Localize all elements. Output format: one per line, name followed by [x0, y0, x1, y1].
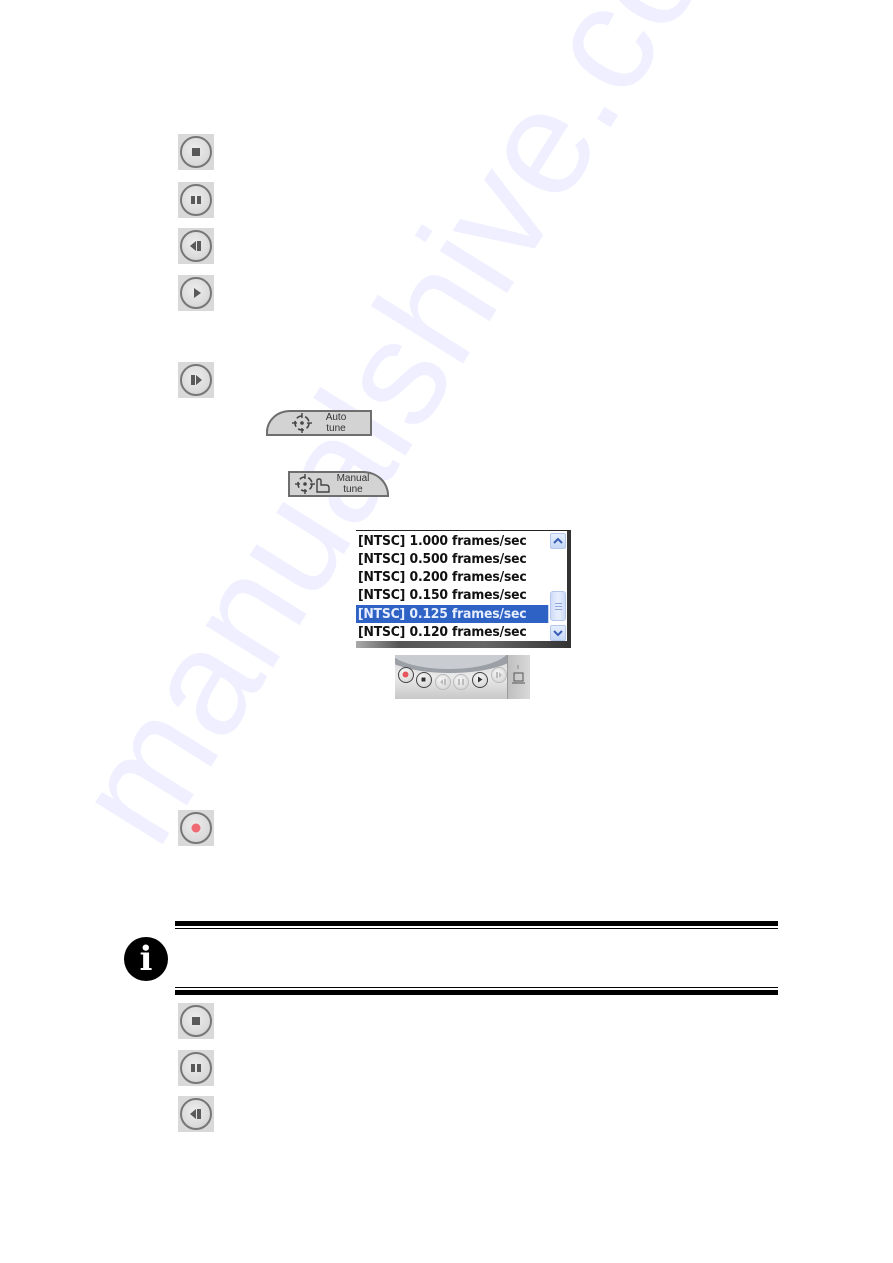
monitor-icon: [512, 665, 525, 684]
frame-rate-list[interactable]: [NTSC] 1.000 frames/sec [NTSC] 0.500 frame…: [356, 530, 571, 648]
step-forward-icon: [496, 672, 502, 678]
option-rate: 0.200 frames/sec: [409, 569, 527, 585]
stop-button[interactable]: [178, 1003, 214, 1039]
mini-stop-button[interactable]: [416, 672, 432, 688]
mini-player-panel: [395, 655, 530, 699]
manual-tune-label-line1: Manual: [336, 473, 370, 484]
record-icon: [402, 671, 409, 678]
auto-tune-label-line2: tune: [326, 423, 346, 434]
frame-rate-option[interactable]: [NTSC] 0.120 frames/sec: [358, 623, 533, 641]
scroll-up-button[interactable]: [550, 533, 566, 549]
note-bottom-rule-thin: [175, 987, 778, 988]
note-bottom-rule: [175, 990, 778, 995]
step-forward-button[interactable]: [178, 362, 214, 398]
info-icon: i: [124, 937, 168, 981]
note-top-rule: [175, 921, 778, 926]
frame-rate-option[interactable]: [NTSC] 0.200 frames/sec: [358, 568, 533, 586]
step-back-button[interactable]: [178, 228, 214, 264]
watermark: manualshive.com: [41, 0, 803, 871]
auto-tune-label-line1: Auto: [325, 412, 347, 423]
option-rate: 0.120 frames/sec: [409, 624, 527, 640]
pause-button[interactable]: [178, 1050, 214, 1086]
chevron-up-icon: [553, 537, 563, 544]
scroll-down-button[interactable]: [550, 625, 566, 641]
option-standard: [NTSC]: [358, 533, 406, 549]
mini-pause-button[interactable]: [453, 674, 469, 690]
auto-tune-button[interactable]: Auto tune: [266, 410, 372, 436]
option-standard: [NTSC]: [357, 606, 406, 622]
step-back-icon: [190, 1109, 201, 1119]
manual-tune-label-line2: tune: [343, 484, 363, 495]
record-icon: [191, 823, 201, 833]
pause-button[interactable]: [178, 182, 214, 218]
option-rate: 0.150 frames/sec: [409, 587, 527, 603]
panel-side: [507, 655, 530, 699]
list-frame-edge: [356, 641, 571, 648]
mini-step-back-button[interactable]: [435, 674, 451, 690]
scroll-thumb[interactable]: [550, 591, 566, 621]
frame-rate-option-selected[interactable]: [NTSC] 0.125 frames/sec: [356, 605, 549, 623]
option-standard: [NTSC]: [358, 587, 406, 603]
stop-button[interactable]: [178, 134, 214, 170]
frame-rate-option[interactable]: [NTSC] 0.500 frames/sec: [358, 550, 533, 568]
option-rate: 1.000 frames/sec: [409, 533, 527, 549]
option-standard: [NTSC]: [358, 624, 406, 640]
frame-rate-option[interactable]: [NTSC] 1.000 frames/sec: [358, 532, 533, 550]
option-standard: [NTSC]: [358, 551, 406, 567]
step-forward-icon: [191, 375, 202, 385]
play-button[interactable]: [178, 275, 214, 311]
manual-tune-button[interactable]: Manual tune: [288, 471, 389, 497]
play-icon: [194, 288, 201, 298]
note-top-rule-thin: [175, 928, 778, 929]
list-scrollbar[interactable]: [549, 531, 567, 643]
chevron-down-icon: [553, 630, 563, 637]
pause-icon: [191, 1064, 201, 1072]
crosshair-hand-icon: [295, 474, 330, 494]
step-back-button[interactable]: [178, 1096, 214, 1132]
stop-icon: [192, 148, 200, 156]
option-rate: 0.500 frames/sec: [409, 551, 527, 567]
crosshair-icon: [292, 413, 312, 433]
mini-step-forward-button[interactable]: [491, 667, 507, 683]
stop-icon: [421, 677, 426, 682]
pause-icon: [191, 196, 201, 204]
record-button[interactable]: [178, 810, 214, 846]
option-standard: [NTSC]: [358, 569, 406, 585]
mini-play-button[interactable]: [472, 672, 488, 688]
pause-icon: [458, 679, 464, 685]
stop-icon: [192, 1017, 200, 1025]
step-back-icon: [190, 241, 201, 251]
frame-rate-option[interactable]: [NTSC] 0.150 frames/sec: [358, 586, 533, 604]
mini-record-button[interactable]: [398, 667, 414, 683]
option-rate: 0.125 frames/sec: [409, 606, 527, 622]
play-icon: [478, 676, 483, 683]
step-back-icon: [440, 679, 446, 685]
